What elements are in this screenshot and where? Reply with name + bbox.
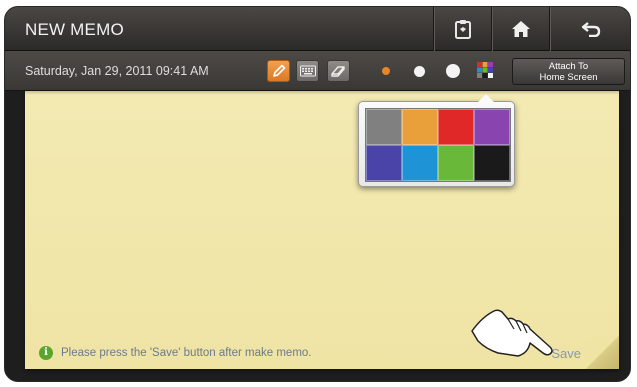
- page-title: NEW MEMO: [25, 20, 124, 39]
- color-swatch[interactable]: [474, 109, 510, 145]
- home-button[interactable]: [491, 7, 549, 51]
- memo-date: Saturday, Jan 29, 2011 09:41 AM: [25, 64, 209, 78]
- keyboard-tool-button[interactable]: [296, 60, 319, 82]
- pen-size-large[interactable]: [446, 64, 460, 78]
- pen-icon: [272, 64, 285, 77]
- color-palette-popup: [358, 94, 515, 187]
- info-message: i Please press the 'Save' button after m…: [39, 346, 312, 360]
- toolbar: Saturday, Jan 29, 2011 09:41 AM Attach T…: [5, 51, 630, 91]
- color-swatch[interactable]: [438, 109, 474, 145]
- eraser-tool-button[interactable]: [327, 60, 350, 82]
- clipboard-button[interactable]: [433, 7, 491, 51]
- device-screen: NEW MEMO Saturday, Jan 29, 2011 09:41 AM: [4, 6, 631, 382]
- eraser-icon: [331, 65, 345, 77]
- attach-to-home-screen-button[interactable]: Attach To Home Screen: [512, 58, 625, 85]
- info-text: Please press the 'Save' button after mak…: [61, 347, 312, 359]
- keyboard-icon: [299, 65, 316, 77]
- color-swatch[interactable]: [402, 145, 438, 181]
- clipboard-icon: [454, 20, 471, 39]
- home-icon: [511, 21, 530, 37]
- color-swatch[interactable]: [366, 109, 402, 145]
- info-icon: i: [39, 346, 53, 360]
- color-swatch[interactable]: [366, 145, 402, 181]
- back-button[interactable]: [549, 7, 630, 51]
- color-swatch[interactable]: [402, 109, 438, 145]
- color-grid-icon: [477, 62, 493, 78]
- pen-size-medium[interactable]: [414, 66, 425, 77]
- hand-pointer-icon: [471, 309, 553, 357]
- color-palette-button[interactable]: [477, 62, 493, 78]
- color-swatch[interactable]: [474, 145, 510, 181]
- color-swatch[interactable]: [438, 145, 474, 181]
- back-icon: [581, 22, 601, 37]
- color-swatch-grid: [365, 108, 511, 182]
- pen-tool-button[interactable]: [267, 60, 290, 82]
- page-curl: [585, 335, 619, 369]
- title-bar: NEW MEMO: [5, 7, 630, 51]
- pen-size-small[interactable]: [382, 67, 390, 75]
